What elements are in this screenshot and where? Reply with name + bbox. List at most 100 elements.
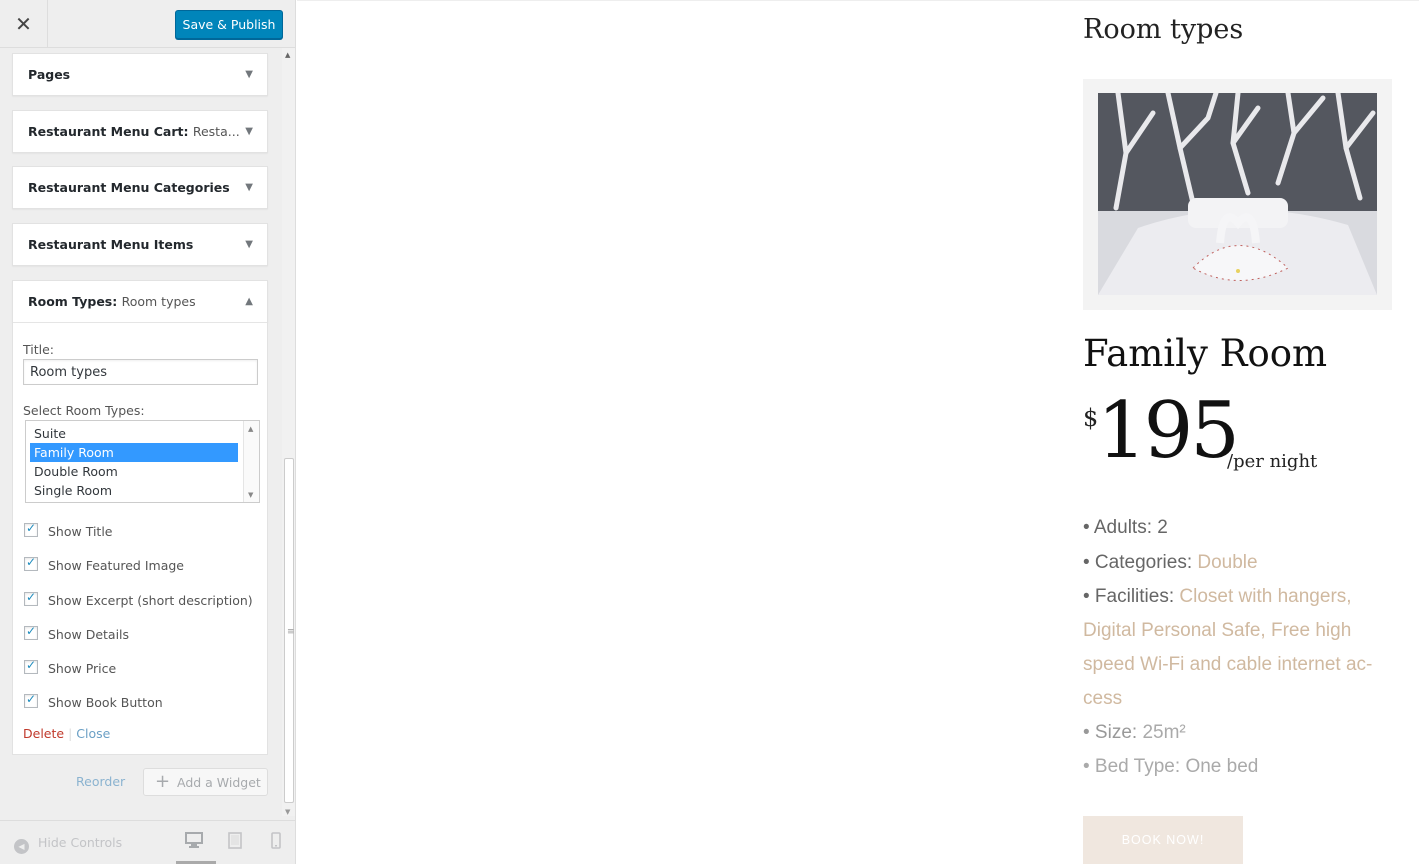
chevron-down-icon: ▼	[245, 182, 253, 193]
customizer-header: ✕ Save & Publish	[0, 0, 295, 48]
option-double-room[interactable]: Double Room	[30, 462, 238, 481]
option-family-room[interactable]: Family Room	[30, 443, 238, 462]
detail-label: • Facilities:	[1083, 586, 1175, 607]
widget-pages[interactable]: Pages ▼	[12, 53, 268, 96]
detail-value: 2	[1157, 517, 1168, 538]
book-now-button[interactable]: BOOK NOW!	[1083, 816, 1243, 864]
checkbox-label: Show Price	[48, 661, 117, 676]
room-featured-image[interactable]	[1098, 93, 1377, 295]
add-widget-label: Add a Widget	[177, 775, 261, 790]
widget-title: Restaurant Menu Items	[28, 237, 194, 252]
close-icon: ✕	[15, 12, 32, 36]
checkmark-icon: ✓	[26, 521, 37, 535]
checkbox[interactable]: ✓	[24, 555, 38, 571]
widget-title: Restaurant Menu Cart:	[28, 124, 189, 139]
checkbox[interactable]: ✓	[24, 521, 38, 537]
bed-with-towel-swans-image	[1098, 93, 1377, 295]
tablet-icon	[228, 832, 242, 849]
chevron-down-icon: ▼	[245, 69, 253, 80]
title-label: Title:	[23, 342, 54, 357]
select-room-types-label: Select Room Types:	[23, 403, 145, 418]
add-widget-button[interactable]: + Add a Widget	[143, 768, 268, 796]
separator: |	[68, 726, 73, 741]
scroll-up-icon[interactable]: ▲	[248, 425, 253, 433]
price-value: 195	[1097, 386, 1240, 476]
detail-facilities: • Facilities: Closet with hangers, Digit…	[1083, 580, 1393, 716]
category-link[interactable]: Double	[1197, 552, 1257, 573]
close-customizer-button[interactable]: ✕	[0, 0, 48, 48]
checkbox-label: Show Excerpt (short description)	[48, 593, 253, 608]
detail-categories: • Categories: Double	[1083, 546, 1393, 580]
scroll-down-icon[interactable]: ▼	[248, 491, 253, 499]
widget-title: Restaurant Menu Categories	[28, 180, 230, 195]
widget-subtitle: Resta...	[192, 124, 240, 139]
widget-title: Room Types:	[28, 294, 118, 309]
checkmark-icon: ✓	[26, 624, 37, 638]
checkbox[interactable]: ✓	[24, 692, 38, 708]
checkbox-label: Show Details	[48, 627, 130, 642]
option-single-room[interactable]: Single Room	[30, 481, 238, 500]
detail-adults: • Adults: 2	[1083, 511, 1393, 545]
save-publish-button[interactable]: Save & Publish	[175, 10, 283, 39]
checkbox-label: Show Title	[48, 524, 113, 539]
detail-label: • Size:	[1083, 722, 1138, 743]
checkbox[interactable]: ✓	[24, 590, 38, 606]
detail-bed-type: • Bed Type: One bed	[1083, 750, 1393, 784]
detail-label: • Adults:	[1083, 517, 1152, 538]
widget-restaurant-menu-categories[interactable]: Restaurant Menu Categories ▼	[12, 166, 268, 209]
scrollbar-thumb[interactable]: ≡	[284, 458, 295, 803]
room-title[interactable]: Family Room	[1083, 332, 1327, 375]
facilities-link[interactable]: cess	[1083, 688, 1122, 709]
widget-heading: Room types	[1083, 14, 1244, 45]
reorder-link[interactable]: Reorder	[76, 774, 125, 789]
facilities-link[interactable]: speed Wi-Fi and cable internet ac-	[1083, 654, 1372, 675]
mobile-icon	[271, 832, 281, 849]
detail-size: • Size: 25m²	[1083, 716, 1393, 750]
price-currency: $	[1083, 404, 1099, 432]
scroll-down-icon[interactable]: ▼	[285, 808, 290, 816]
site-preview: Room types Family Room $ 195 /per night …	[297, 0, 1419, 864]
widget-title: Pages	[28, 67, 71, 82]
divider	[297, 0, 1419, 1]
customizer-sidebar: ✕ Save & Publish Pages ▼ Restaurant Menu…	[0, 0, 296, 864]
desktop-icon	[185, 832, 203, 848]
chevron-down-icon: ▼	[245, 126, 253, 137]
facilities-link[interactable]: Digital Personal Safe, Free high	[1083, 620, 1351, 641]
checkmark-icon: ✓	[26, 658, 37, 672]
delete-link[interactable]: Delete	[23, 726, 64, 741]
checkmark-icon: ✓	[26, 555, 37, 569]
checkmark-icon: ✓	[26, 590, 37, 604]
room-types-select[interactable]: Suite Family Room Double Room Single Roo…	[25, 420, 260, 503]
chevron-down-icon: ▼	[245, 239, 253, 250]
select-scrollbar[interactable]: ▲ ▼	[243, 421, 259, 502]
facilities-link[interactable]: Closet with hangers,	[1179, 586, 1351, 607]
checkbox[interactable]: ✓	[24, 658, 38, 674]
mobile-preview-button[interactable]	[271, 832, 289, 854]
widget-restaurant-menu-items[interactable]: Restaurant Menu Items ▼	[12, 223, 268, 266]
hide-controls-button[interactable]: ◀ Hide Controls	[14, 835, 122, 854]
widget-restaurant-menu-cart[interactable]: Restaurant Menu Cart: Resta... ▼	[12, 110, 268, 153]
detail-value: One bed	[1185, 756, 1259, 777]
checkmark-icon: ✓	[26, 692, 37, 706]
divider	[13, 322, 267, 323]
widget-actions: Delete | Close	[23, 726, 110, 741]
tablet-preview-button[interactable]	[228, 832, 246, 854]
detail-label: • Categories:	[1083, 552, 1193, 573]
title-input[interactable]	[23, 359, 258, 385]
scroll-up-icon[interactable]: ▲	[285, 51, 290, 59]
plus-icon: +	[155, 771, 171, 792]
sidebar-scrollbar[interactable]: ▲ ≡ ▼	[282, 48, 295, 816]
checkbox[interactable]: ✓	[24, 624, 38, 640]
collapse-icon: ◀	[14, 839, 29, 854]
checkbox-label: Show Featured Image	[48, 558, 184, 573]
price-period: /per night	[1227, 451, 1318, 472]
room-types-widget-form: Title: Select Room Types: Suite Family R…	[12, 322, 268, 755]
option-suite[interactable]: Suite	[30, 424, 238, 443]
hide-controls-label: Hide Controls	[38, 835, 123, 850]
close-link[interactable]: Close	[76, 726, 110, 741]
widget-room-types[interactable]: Room Types: Room types ▲	[12, 280, 268, 323]
widget-subtitle: Room types	[121, 294, 196, 309]
chevron-up-icon: ▲	[245, 296, 253, 307]
desktop-preview-button[interactable]	[176, 832, 216, 864]
customizer-footer: ◀ Hide Controls	[0, 820, 295, 864]
